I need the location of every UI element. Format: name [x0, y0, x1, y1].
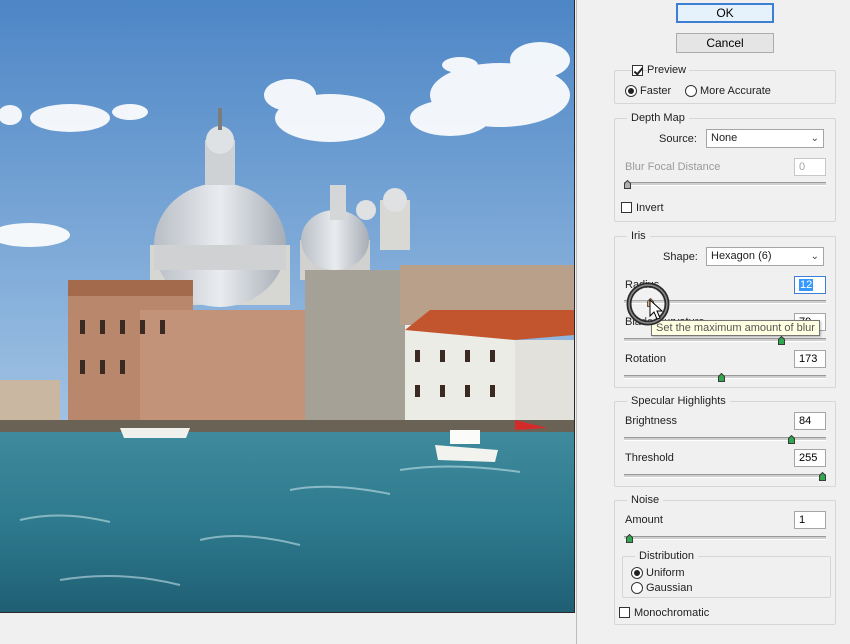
threshold-slider[interactable] — [624, 474, 826, 478]
image-preview[interactable] — [0, 0, 575, 613]
radius-input[interactable]: 12 — [794, 276, 826, 294]
iris-title: Iris — [627, 230, 650, 242]
rotation-thumb[interactable] — [717, 373, 725, 382]
more-accurate-radio[interactable] — [685, 85, 697, 97]
radius-tooltip: Set the maximum amount of blur — [651, 320, 820, 336]
uniform-radio[interactable] — [631, 567, 643, 579]
invert-label: Invert — [636, 202, 664, 214]
uniform-label: Uniform — [646, 567, 685, 579]
monochromatic-label: Monochromatic — [634, 607, 713, 620]
depth-map-title: Depth Map — [627, 112, 689, 124]
source-select-value: None — [711, 132, 738, 144]
distribution-title: Distribution — [635, 550, 699, 562]
panel-divider — [576, 0, 577, 644]
brightness-thumb[interactable] — [787, 435, 795, 444]
brightness-label: Brightness — [625, 415, 677, 427]
rotation-slider[interactable] — [624, 375, 826, 379]
amount-input[interactable]: 1 — [794, 511, 826, 529]
blur-focal-distance-thumb[interactable] — [624, 180, 631, 189]
invert-checkbox[interactable] — [621, 202, 632, 213]
threshold-thumb[interactable] — [819, 472, 826, 481]
shape-label: Shape: — [663, 251, 698, 263]
amount-label: Amount — [625, 514, 663, 526]
blur-focal-distance-input[interactable]: 0 — [794, 158, 826, 176]
shape-select[interactable]: Hexagon (6) ⌄ — [706, 247, 824, 266]
rotation-label: Rotation — [625, 353, 666, 365]
gaussian-radio[interactable] — [631, 582, 643, 594]
threshold-label: Threshold — [625, 452, 674, 464]
faster-label: Faster — [640, 85, 672, 97]
shape-select-value: Hexagon (6) — [711, 250, 772, 262]
blade-curvature-slider[interactable] — [624, 338, 826, 342]
radius-input-value: 12 — [799, 279, 814, 291]
ok-button[interactable]: OK — [676, 3, 774, 23]
amount-thumb[interactable] — [625, 534, 633, 543]
threshold-input[interactable]: 255 — [794, 449, 826, 467]
source-select[interactable]: None ⌄ — [706, 129, 824, 148]
pointer-cursor-icon — [624, 280, 672, 328]
preview-label: Preview — [647, 64, 690, 77]
brightness-input[interactable]: 84 — [794, 412, 826, 430]
blade-curvature-thumb[interactable] — [778, 336, 786, 345]
specular-highlights-title: Specular Highlights — [627, 395, 730, 407]
noise-title: Noise — [627, 494, 664, 506]
chevron-down-icon: ⌄ — [810, 251, 819, 262]
rotation-input[interactable]: 173 — [794, 350, 826, 368]
amount-slider[interactable] — [624, 536, 826, 540]
faster-radio[interactable] — [625, 85, 637, 97]
blur-focal-distance-label: Blur Focal Distance — [625, 161, 721, 173]
blur-focal-distance-slider[interactable] — [624, 182, 826, 186]
preview-checkbox[interactable] — [632, 65, 643, 76]
gaussian-label: Gaussian — [646, 582, 693, 594]
cancel-button[interactable]: Cancel — [676, 33, 774, 53]
more-accurate-label: More Accurate — [700, 85, 771, 97]
chevron-down-icon: ⌄ — [810, 133, 819, 144]
monochromatic-checkbox[interactable] — [619, 607, 630, 618]
source-label: Source: — [659, 133, 697, 145]
brightness-slider[interactable] — [624, 437, 826, 441]
